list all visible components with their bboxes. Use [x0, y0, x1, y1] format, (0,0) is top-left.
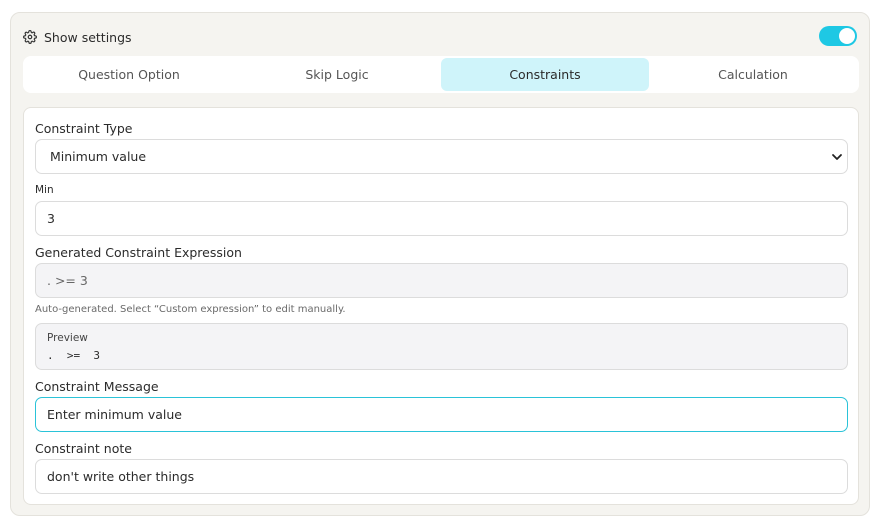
preview-code: . >= 3: [47, 349, 100, 362]
tab-constraints[interactable]: Constraints: [441, 58, 649, 91]
tab-skip-logic[interactable]: Skip Logic: [233, 58, 441, 91]
min-input[interactable]: 3: [35, 201, 848, 236]
tab-calculation[interactable]: Calculation: [649, 58, 857, 91]
constraint-message-input[interactable]: Enter minimum value: [35, 397, 848, 432]
note-label: Constraint note: [35, 441, 132, 456]
constraint-message-value: Enter minimum value: [47, 407, 182, 422]
expression-value: . >= 3: [47, 273, 88, 288]
min-value: 3: [47, 211, 55, 226]
constraint-type-value: Minimum value: [50, 149, 147, 164]
expression-label: Generated Constraint Expression: [35, 245, 242, 260]
gear-icon: [23, 30, 37, 44]
preview-box: Preview . >= 3: [35, 323, 848, 370]
settings-title: Show settings: [44, 29, 132, 45]
tab-question-option[interactable]: Question Option: [25, 58, 233, 91]
constraint-type-label: Constraint Type: [35, 121, 133, 136]
message-label: Constraint Message: [35, 379, 159, 394]
settings-tabs: Question Option Skip Logic Constraints C…: [23, 56, 859, 93]
toggle-knob: [839, 28, 855, 44]
constraint-note-value: don't write other things: [47, 469, 195, 484]
constraint-type-select[interactable]: Minimum value: [35, 139, 848, 174]
preview-label: Preview: [47, 332, 88, 344]
min-label: Min: [35, 184, 54, 196]
expression-hint: Auto-generated. Select “Custom expressio…: [35, 304, 346, 315]
settings-panel: Show settings Question Option Skip Logic…: [10, 12, 870, 516]
show-settings-toggle[interactable]: [819, 26, 857, 46]
expression-field: . >= 3: [35, 263, 848, 298]
constraint-note-input[interactable]: don't write other things: [35, 459, 848, 494]
constraints-card: Constraint Type Minimum value Min 3 Gene…: [23, 107, 859, 505]
chevron-down-icon: [831, 151, 843, 163]
settings-header: Show settings: [23, 26, 857, 48]
